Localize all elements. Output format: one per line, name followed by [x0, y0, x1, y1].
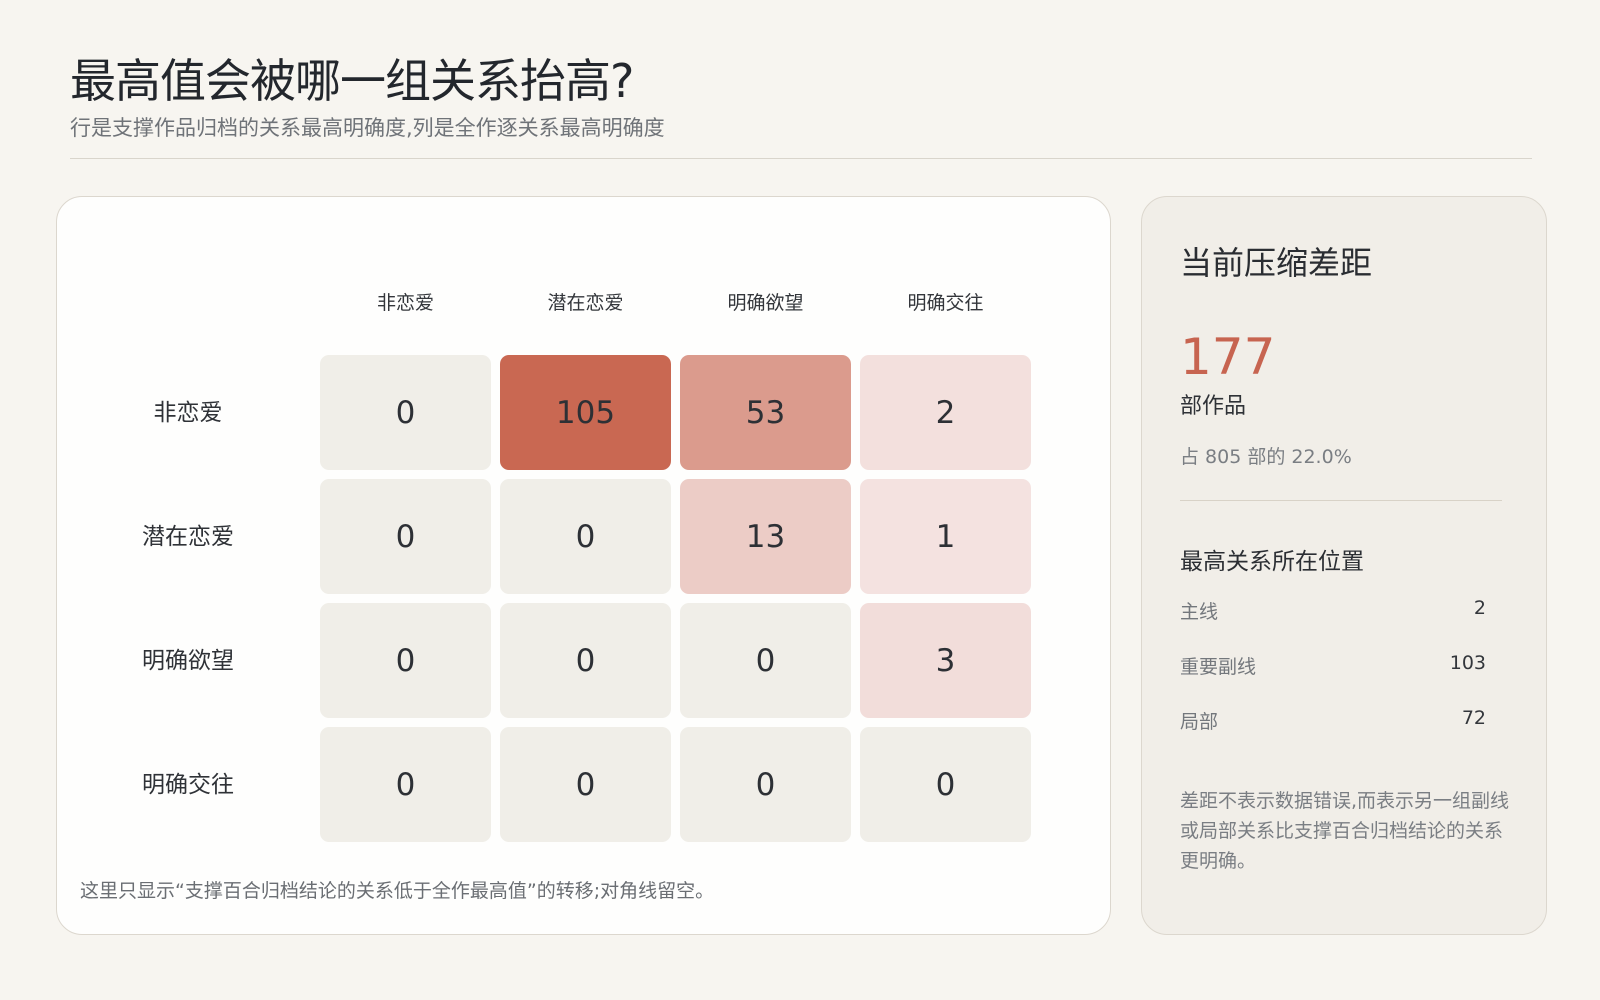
heatmap-cell: 13 [680, 479, 851, 594]
heatmap-cell: 0 [320, 727, 491, 842]
summary-divider [1180, 500, 1502, 501]
heatmap-cell: 3 [860, 603, 1031, 718]
page-header: 最高值会被哪一组关系抬高? 行是支撑作品归档的关系最高明确度,列是全作逐关系最高… [70, 52, 1532, 142]
heatmap-cell: 53 [680, 355, 851, 470]
page-subtitle: 行是支撑作品归档的关系最高明确度,列是全作逐关系最高明确度 [70, 116, 665, 140]
position-value: 103 [1449, 652, 1486, 674]
heatmap-footnote: 这里只显示“支撑百合归档结论的关系低于全作最高值”的转移;对角线留空。 [80, 880, 715, 902]
column-label: 明确交往 [907, 292, 984, 314]
row-label: 明确欲望 [142, 647, 234, 674]
heatmap-cell: 0 [680, 727, 851, 842]
position-row-main: 主线 2 [1180, 597, 1486, 624]
heatmap-cell: 1 [860, 479, 1031, 594]
gap-share: 占 805 部的 22.0% [1180, 446, 1352, 468]
gap-count: 177 [1180, 328, 1276, 386]
position-row-local: 局部 72 [1180, 707, 1486, 734]
row-label: 非恋爱 [153, 399, 223, 426]
column-label: 潜在恋爱 [547, 292, 624, 314]
heatmap-cell: 0 [500, 727, 671, 842]
row-label: 明确交往 [142, 771, 234, 798]
heatmap-cell: 0 [320, 479, 491, 594]
position-label: 局部 [1180, 711, 1219, 733]
page-title: 最高值会被哪一组关系抬高? [70, 54, 634, 108]
heatmap-cell: 0 [860, 727, 1031, 842]
row-label: 潜在恋爱 [142, 523, 234, 550]
summary-title: 当前压缩差距 [1180, 244, 1373, 282]
heatmap-cell: 0 [500, 479, 671, 594]
heatmap-cell: 0 [320, 355, 491, 470]
heatmap-cell: 2 [860, 355, 1031, 470]
position-title: 最高关系所在位置 [1180, 549, 1364, 575]
heatmap-cell: 105 [500, 355, 671, 470]
position-value: 2 [1473, 597, 1486, 619]
heatmap-cell: 0 [320, 603, 491, 718]
header-divider [70, 158, 1532, 159]
heatmap-cell: 0 [500, 603, 671, 718]
position-value: 72 [1461, 707, 1486, 729]
heatmap-cell: 0 [680, 603, 851, 718]
column-label: 非恋爱 [376, 292, 434, 314]
position-label: 主线 [1180, 601, 1219, 623]
position-row-major-subplot: 重要副线 103 [1180, 652, 1486, 679]
gap-count-unit: 部作品 [1180, 394, 1247, 419]
column-label: 明确欲望 [727, 292, 804, 314]
position-label: 重要副线 [1180, 656, 1257, 678]
summary-note: 差距不表示数据错误,而表示另一组副线或局部关系比支撑百合归档结论的关系更明确。 [1180, 790, 1510, 872]
